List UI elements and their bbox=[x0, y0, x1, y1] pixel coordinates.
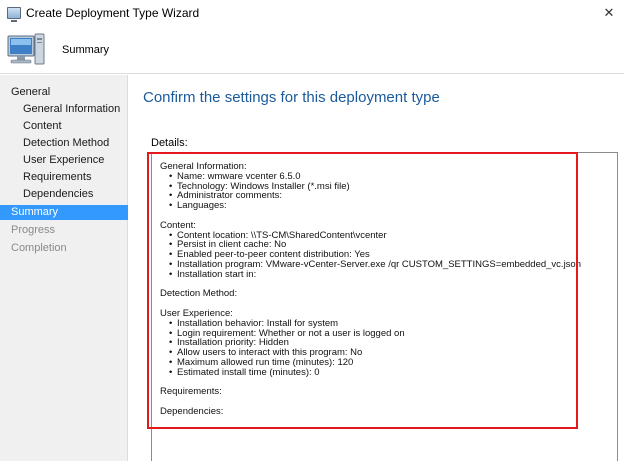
window-title: Create Deployment Type Wizard bbox=[26, 6, 200, 20]
nav-item-summary[interactable]: Summary bbox=[0, 205, 128, 220]
nav-item-completion: Completion bbox=[11, 242, 67, 254]
close-icon[interactable]: ✕ bbox=[598, 4, 620, 22]
wizard-navigation: General General Information Content Dete… bbox=[0, 75, 128, 461]
section-title-requirements: Requirements: bbox=[160, 386, 222, 398]
user-experience-list: Installation behavior: Install for syste… bbox=[160, 318, 580, 378]
wizard-window-icon bbox=[7, 7, 21, 22]
content-heading: Confirm the settings for this deployment… bbox=[143, 89, 440, 106]
nav-item-progress: Progress bbox=[11, 224, 56, 236]
main-content: Confirm the settings for this deployment… bbox=[129, 75, 624, 461]
list-item: Languages: bbox=[160, 201, 580, 211]
general-information-list: Name: wmware vcenter 6.5.0 Technology: W… bbox=[160, 171, 580, 211]
content-list: Content location: \\TS-CM\SharedContent\… bbox=[160, 230, 581, 280]
nav-item-detection-method[interactable]: Detection Method bbox=[0, 136, 128, 151]
nav-item-requirements[interactable]: Requirements bbox=[0, 170, 128, 185]
title-bar: Create Deployment Type Wizard ✕ bbox=[0, 0, 624, 28]
nav-item-user-experience[interactable]: User Experience bbox=[0, 153, 128, 168]
list-item: Estimated install time (minutes): 0 bbox=[160, 367, 580, 378]
computer-icon bbox=[7, 33, 45, 65]
details-label: Details: bbox=[151, 137, 188, 149]
nav-item-content[interactable]: Content bbox=[0, 119, 128, 134]
nav-item-general[interactable]: General bbox=[0, 85, 128, 100]
nav-item-general-information[interactable]: General Information bbox=[0, 102, 128, 117]
details-textbox[interactable]: General Information: Name: wmware vcente… bbox=[151, 152, 618, 461]
wizard-header: Summary bbox=[0, 28, 624, 74]
summary-details: General Information: Name: wmware vcente… bbox=[160, 162, 581, 417]
nav-item-dependencies[interactable]: Dependencies bbox=[0, 187, 128, 202]
section-title-detection-method: Detection Method: bbox=[160, 288, 238, 300]
section-title-dependencies: Dependencies: bbox=[160, 405, 224, 417]
list-item: Installation start in: bbox=[160, 269, 580, 280]
page-title: Summary bbox=[62, 44, 110, 56]
